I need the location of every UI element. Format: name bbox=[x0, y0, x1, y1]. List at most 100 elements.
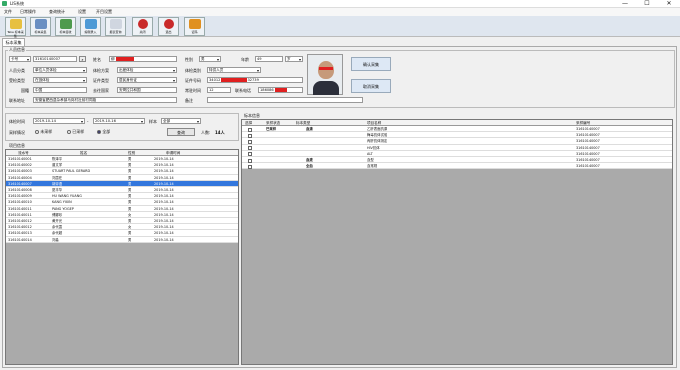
cell-name: 余代超 bbox=[52, 231, 63, 236]
nation-input[interactable]: 中国 bbox=[33, 87, 87, 93]
toolbar-exit-button[interactable]: 退出 bbox=[158, 17, 179, 36]
menu-daily[interactable]: 日常操作 bbox=[20, 9, 36, 15]
radio-not-collected[interactable]: 未采样 bbox=[35, 129, 52, 135]
cell-serial: 31610140012 bbox=[8, 225, 32, 230]
cell-serial: 31610140011 bbox=[8, 206, 32, 211]
cell-gender: 男 bbox=[128, 231, 132, 236]
checkbox-icon bbox=[248, 146, 252, 151]
cell-request-time: 2019-10-14 bbox=[154, 206, 174, 211]
cell-serial: 31610140001 bbox=[8, 157, 32, 161]
phone-input[interactable]: 186086 bbox=[258, 87, 303, 93]
cell-code: 31610140007 bbox=[576, 164, 600, 169]
toolbar-specimen-collect-2-button[interactable]: 标本采集 bbox=[30, 17, 51, 36]
date-label: 体检时间 bbox=[9, 119, 25, 124]
id-value-input[interactable]: 31610140007 bbox=[33, 56, 77, 62]
cell-request-time: 2019-10-14 bbox=[154, 163, 174, 168]
age-unit-select[interactable]: 岁 bbox=[285, 56, 303, 62]
cell-code: 31610140007 bbox=[576, 158, 600, 162]
confirm-collect-button[interactable]: 确认采集 bbox=[351, 57, 391, 71]
cell-item: 血常规 bbox=[367, 164, 378, 169]
toolbar-specimen-collect-button[interactable]: Take 标本采集 bbox=[5, 17, 26, 38]
app-window: LIS系统 — ☐ ✕ 文件 日常操作 查询统计 设置 开目设置 Take 标本… bbox=[0, 0, 680, 370]
menu-query[interactable]: 查询统计 bbox=[49, 9, 65, 15]
checkbox-icon bbox=[248, 158, 252, 163]
menu-open-settings[interactable]: 开目设置 bbox=[96, 9, 112, 15]
cert-select[interactable]: 居民身份证 bbox=[117, 77, 177, 83]
radio-collected[interactable]: 已采样 bbox=[67, 129, 84, 135]
cell-serial: 31610140011 bbox=[8, 212, 32, 217]
menu-file[interactable]: 文件 bbox=[4, 9, 12, 15]
nature-label: 体检类别 bbox=[185, 68, 201, 73]
toolbar-label: 报表查询 bbox=[109, 30, 122, 34]
nature-select[interactable]: 特供人员 bbox=[207, 67, 261, 73]
cell-serial: 31610140008 bbox=[8, 188, 32, 192]
cell-code: 31610140007 bbox=[576, 127, 600, 131]
checkbox-icon bbox=[248, 133, 252, 138]
menu-settings[interactable]: 设置 bbox=[78, 9, 86, 15]
radio-all[interactable]: 全部 bbox=[97, 129, 110, 135]
cell-request-time: 2019-10-14 bbox=[154, 175, 174, 180]
cell-item: 乙肝表面抗原 bbox=[367, 127, 388, 131]
radio-icon bbox=[67, 130, 71, 134]
category-select[interactable]: 单位人员体检 bbox=[33, 67, 87, 73]
cell-serial: 31610140004 bbox=[8, 175, 32, 180]
cell-request-time: 2019-10-14 bbox=[154, 188, 174, 192]
date-to-input[interactable]: 2019-10-16 bbox=[93, 118, 145, 124]
search-icon[interactable]: ⌕ bbox=[79, 56, 86, 62]
cell-request-time: 2019-10-14 bbox=[154, 200, 174, 205]
toolbar-label: 关闭 bbox=[139, 30, 146, 34]
cell-gender: 女 bbox=[128, 225, 132, 230]
edit-icon bbox=[84, 19, 97, 29]
toolbar-report-query-button[interactable]: 报表查询 bbox=[105, 17, 126, 36]
category-label: 人员分类 bbox=[9, 68, 25, 73]
cell-name: PANG YOGEP bbox=[52, 206, 74, 211]
toolbar-code-button[interactable]: 证码 bbox=[184, 17, 205, 36]
redaction-mark bbox=[319, 67, 333, 70]
toolbar-label: Take 标本采集 bbox=[7, 30, 24, 38]
stay-time-label: 常驻时间 bbox=[185, 88, 201, 93]
toolbar-edit-entry-button[interactable]: 编辑录入 bbox=[80, 17, 101, 36]
remark-label: 备注 bbox=[185, 98, 193, 103]
gender-select[interactable]: 男 bbox=[199, 56, 221, 62]
cell-name: 夏丰华 bbox=[52, 188, 63, 192]
row-checkbox[interactable] bbox=[248, 164, 252, 170]
specimen-filter-select[interactable]: 全部 bbox=[161, 118, 201, 124]
group-select[interactable]: 出差体检 bbox=[117, 67, 177, 73]
specimen-row[interactable]: 全血 血常规 31610140007 bbox=[242, 163, 672, 170]
phone-value: 186086 bbox=[260, 88, 274, 92]
address-input[interactable]: 安徽省肥西县杂孝镇马岗村社前村同路 bbox=[33, 97, 177, 103]
toolbar-specimen-receive-button[interactable]: 标本签收 bbox=[55, 17, 76, 36]
close-window-button[interactable]: ✕ bbox=[658, 0, 680, 8]
collect-icon bbox=[34, 19, 47, 29]
cert-type-select[interactable]: 在逃体检 bbox=[33, 77, 87, 83]
query-button[interactable]: 查询 bbox=[167, 128, 195, 136]
date-from-input[interactable]: 2019-10-14 bbox=[33, 118, 85, 124]
cert-type-label: 受检类型 bbox=[9, 78, 25, 83]
main-panel: 人员信息 卡号 31610140007 ⌕ 姓名 柳 性别 男 年龄 49 岁 … bbox=[2, 46, 677, 368]
age-input[interactable]: 49 bbox=[255, 56, 283, 62]
minimize-button[interactable]: — bbox=[614, 0, 636, 8]
name-label: 姓名 bbox=[93, 57, 101, 62]
cert-no-input[interactable]: 34012 32739 bbox=[207, 77, 303, 83]
maximize-button[interactable]: ☐ bbox=[636, 0, 658, 8]
cell-name: 黄开光 bbox=[52, 219, 63, 223]
origin-input[interactable]: 安哥拉共和国 bbox=[117, 87, 177, 93]
cancel-collect-button[interactable]: 取消采集 bbox=[351, 79, 391, 93]
cell-serial: 31610140013 bbox=[8, 231, 32, 236]
remark-input[interactable] bbox=[207, 97, 363, 103]
id-type-select[interactable]: 卡号 bbox=[9, 56, 31, 62]
photo bbox=[307, 54, 343, 95]
cell-gender: 男 bbox=[128, 206, 132, 211]
cell-name: 陈泽平 bbox=[52, 157, 63, 161]
cell-gender: 男 bbox=[128, 175, 132, 180]
name-field[interactable]: 柳 bbox=[109, 56, 177, 62]
toolbar-close-button[interactable]: 关闭 bbox=[132, 17, 153, 36]
gender-label: 性别 bbox=[185, 57, 193, 62]
window-title: LIS系统 bbox=[10, 1, 24, 6]
radio-label: 未采样 bbox=[40, 129, 53, 134]
tab-specimen-collect[interactable]: 标本采集 bbox=[2, 38, 25, 46]
stay-time-input[interactable]: 12 bbox=[207, 87, 231, 93]
cell-serial: 31610140009 bbox=[8, 194, 32, 199]
cell-serial: 31610140014 bbox=[8, 237, 32, 242]
list-row[interactable]: 31610140014 刘淼 男 2019-10-14 bbox=[6, 236, 238, 243]
